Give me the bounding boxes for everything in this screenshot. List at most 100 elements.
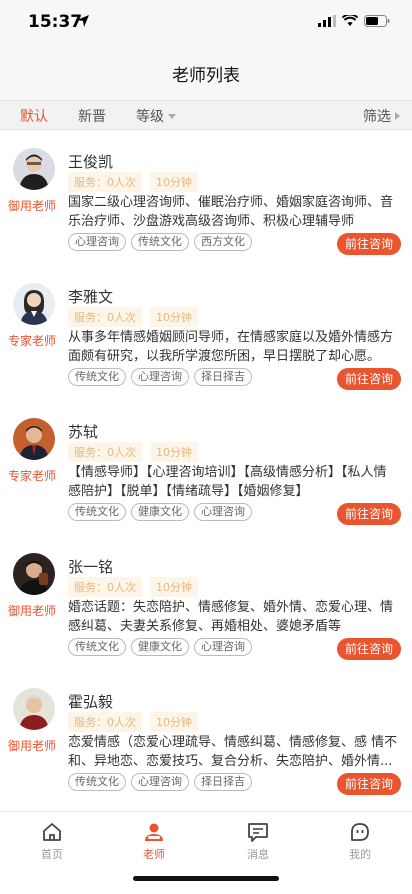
tag: 心理咨询: [194, 638, 252, 656]
teacher-name: 苏轼: [68, 423, 99, 441]
teacher-description: 从事多年情感婚姻顾问导师，在情感家庭以及婚外情感方面颇有研究，以我所学渡您所困，…: [68, 330, 394, 364]
status-icons: [318, 15, 390, 27]
home-indicator[interactable]: [133, 876, 279, 881]
service-duration: 10分钟: [150, 172, 198, 192]
status-time: 15:37: [28, 12, 83, 32]
teacher-description: 恋爱情感（恋爱心理疏导、情感纠葛、情感修复、感 情不和、异地恋、恋爱技巧、复合分…: [68, 735, 398, 769]
service-duration: 10分钟: [150, 307, 198, 327]
tab-bar: 首页 老师 消息 我的: [0, 811, 412, 894]
tag: 择日择吉: [194, 773, 252, 791]
consult-button[interactable]: 前往咨询: [337, 368, 401, 390]
teacher-card[interactable]: 御用老师 霍弘毅 服务：0人次 10分钟 恋爱情感（恋爱心理疏导、情感纠葛、情感…: [0, 671, 412, 805]
filter-screen[interactable]: 筛选: [363, 106, 400, 126]
teacher-name: 霍弘毅: [68, 693, 114, 711]
caret-down-icon: [168, 113, 176, 119]
filter-bar: 默认 新晋 等级 筛选: [0, 100, 412, 130]
teacher-stats: 服务：0人次 10分钟: [68, 577, 198, 597]
caret-right-icon: [395, 112, 400, 120]
teacher-icon: [145, 823, 163, 841]
teacher-role: 御用老师: [8, 199, 57, 213]
service-duration: 10分钟: [150, 712, 198, 732]
tab-message-label: 消息: [247, 848, 269, 861]
teacher-name: 王俊凯: [68, 153, 114, 171]
home-icon: [43, 823, 61, 841]
tag: 传统文化: [131, 233, 189, 251]
teacher-role: 御用老师: [8, 604, 57, 618]
status-bar: 15:37: [0, 0, 412, 46]
teacher-stats: 服务：0人次 10分钟: [68, 307, 198, 327]
avatar: [13, 553, 55, 595]
teacher-card[interactable]: 专家老师 苏轼 服务：0人次 10分钟 【情感导师】【心理咨询培训】【高级情感分…: [0, 401, 412, 535]
tab-profile[interactable]: 我的: [330, 820, 390, 862]
teacher-card[interactable]: 御用老师 王俊凯 服务：0人次 10分钟 国家二级心理咨询师、催眠治疗师、婚姻家…: [0, 131, 412, 265]
teacher-card[interactable]: 专家老师 李雅文 服务：0人次 10分钟 从事多年情感婚姻顾问导师，在情感家庭以…: [0, 266, 412, 400]
tag: 健康文化: [131, 638, 189, 656]
teacher-stats: 服务：0人次 10分钟: [68, 442, 198, 462]
avatar: [13, 283, 55, 325]
teacher-description: 【情感导师】【心理咨询培训】【高级情感分析】【私人情感陪护】【脱单】【情绪疏导】…: [68, 465, 387, 499]
service-count: 服务：0人次: [68, 307, 142, 327]
avatar: [13, 148, 55, 190]
filter-default[interactable]: 默认: [20, 106, 48, 126]
service-count: 服务：0人次: [68, 442, 142, 462]
teacher-role: 御用老师: [8, 739, 57, 753]
location-arrow-icon: [77, 15, 89, 27]
service-count: 服务：0人次: [68, 577, 142, 597]
tab-home[interactable]: 首页: [22, 820, 82, 862]
teacher-name: 张一铭: [68, 558, 114, 576]
consult-button[interactable]: 前往咨询: [337, 233, 401, 255]
consult-button[interactable]: 前往咨询: [337, 773, 401, 795]
profile-icon: [351, 823, 369, 841]
tag: 西方文化: [194, 233, 252, 251]
service-duration: 10分钟: [150, 442, 198, 462]
tag: 心理咨询: [131, 368, 189, 386]
tag: 心理咨询: [194, 503, 252, 521]
tag: 传统文化: [68, 503, 126, 521]
filter-level[interactable]: 等级: [136, 106, 176, 126]
consult-button[interactable]: 前往咨询: [337, 638, 401, 660]
tab-profile-label: 我的: [349, 848, 371, 861]
filter-default-label: 默认: [20, 109, 48, 125]
tag: 传统文化: [68, 773, 126, 791]
service-count: 服务：0人次: [68, 172, 142, 192]
cellular-signal-icon: [318, 15, 336, 27]
service-count: 服务：0人次: [68, 712, 142, 732]
filter-screen-label: 筛选: [363, 109, 391, 125]
page-title: 老师列表: [172, 65, 240, 86]
teacher-tags: 心理咨询 传统文化 西方文化: [68, 233, 252, 251]
nav-bar: 老师列表: [0, 46, 412, 100]
teacher-tags: 传统文化 健康文化 心理咨询: [68, 638, 252, 656]
tab-home-label: 首页: [41, 848, 63, 861]
avatar: [13, 418, 55, 460]
teacher-stats: 服务：0人次 10分钟: [68, 712, 198, 732]
teacher-stats: 服务：0人次 10分钟: [68, 172, 198, 192]
tag: 心理咨询: [131, 773, 189, 791]
service-duration: 10分钟: [150, 577, 198, 597]
tag: 传统文化: [68, 638, 126, 656]
teacher-tags: 传统文化 心理咨询 择日择吉: [68, 773, 252, 791]
filter-new-label: 新晋: [78, 109, 106, 125]
filter-level-label: 等级: [136, 109, 164, 125]
teacher-description: 国家二级心理咨询师、催眠治疗师、婚姻家庭咨询师、音乐治疗师、沙盘游戏高级咨询师、…: [68, 195, 394, 229]
tag: 择日择吉: [194, 368, 252, 386]
tab-teacher-label: 老师: [143, 848, 165, 861]
filter-new[interactable]: 新晋: [78, 106, 106, 126]
avatar: [13, 688, 55, 730]
teacher-name: 李雅文: [68, 288, 114, 306]
tab-teacher[interactable]: 老师: [124, 820, 184, 862]
wifi-icon: [342, 15, 358, 26]
teacher-list: 御用老师 王俊凯 服务：0人次 10分钟 国家二级心理咨询师、催眠治疗师、婚姻家…: [0, 131, 412, 811]
consult-button[interactable]: 前往咨询: [337, 503, 401, 525]
teacher-description: 婚恋话题：失恋陪护、情感修复、婚外情、恋爱心理、情感纠葛、夫妻关系修复、再婚相处…: [68, 600, 394, 634]
tab-message[interactable]: 消息: [228, 820, 288, 862]
message-icon: [248, 823, 268, 842]
tag: 健康文化: [131, 503, 189, 521]
teacher-role: 专家老师: [8, 469, 57, 483]
tag: 传统文化: [68, 368, 126, 386]
teacher-role: 专家老师: [8, 334, 57, 348]
teacher-tags: 传统文化 心理咨询 择日择吉: [68, 368, 252, 386]
battery-icon: [364, 15, 390, 27]
teacher-tags: 传统文化 健康文化 心理咨询: [68, 503, 252, 521]
tag: 心理咨询: [68, 233, 126, 251]
teacher-card[interactable]: 御用老师 张一铭 服务：0人次 10分钟 婚恋话题：失恋陪护、情感修复、婚外情、…: [0, 536, 412, 670]
